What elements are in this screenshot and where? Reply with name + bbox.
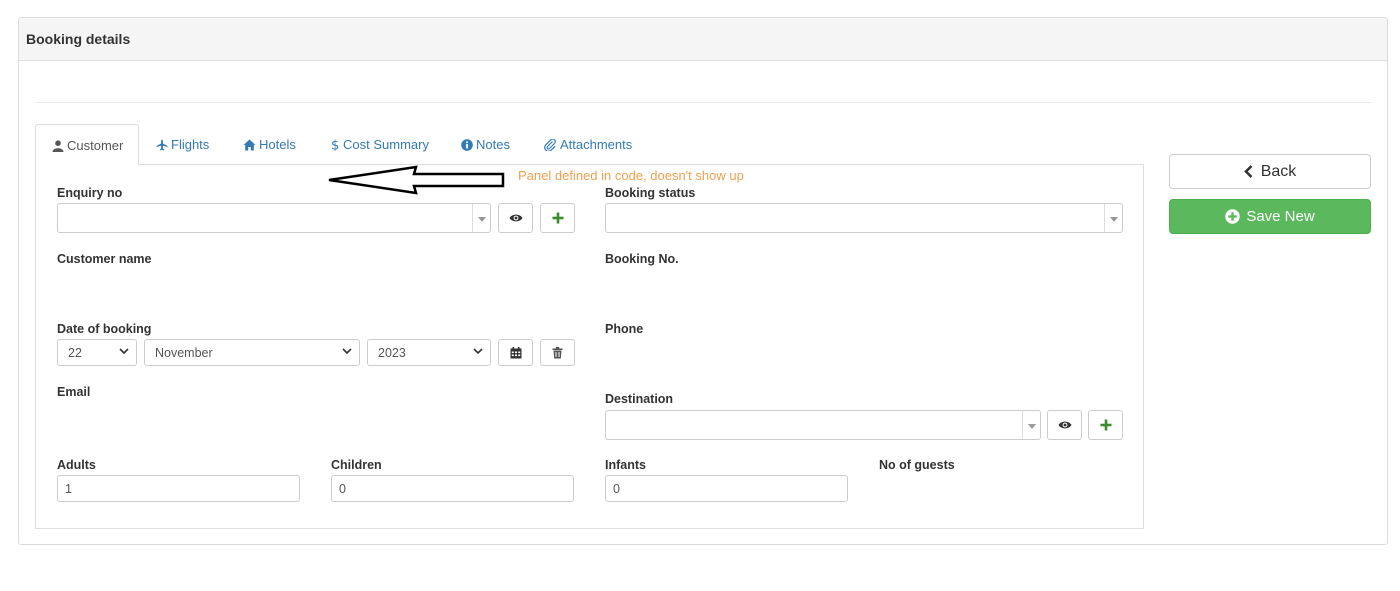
view-enquiry-button[interactable]: [498, 203, 533, 233]
annotation-arrow: [328, 165, 505, 195]
adults-input[interactable]: 1: [57, 475, 300, 502]
paperclip-icon: [544, 138, 556, 152]
infants-input[interactable]: 0: [605, 475, 848, 502]
user-icon: [52, 140, 64, 152]
booking-month-select[interactable]: November: [144, 339, 360, 366]
booking-status-select[interactable]: [605, 203, 1123, 233]
tab-hotels[interactable]: Hotels: [243, 124, 296, 165]
phone-label: Phone: [605, 322, 644, 336]
booking-day-value: 22: [68, 346, 82, 360]
chevron-left-icon: [1243, 165, 1253, 178]
booking-year-value: 2023: [378, 346, 406, 360]
panel-title: Booking details: [19, 18, 1387, 61]
customer-tab-panel: Enquiry no Booking status Customer name …: [35, 164, 1144, 529]
divider: [35, 102, 1371, 103]
plus-circle-icon: [1225, 209, 1241, 224]
save-new-label: Save New: [1246, 208, 1315, 225]
clear-date-button[interactable]: [540, 339, 575, 366]
annotation-text: Panel defined in code, doesn't show up: [518, 168, 744, 183]
adults-label: Adults: [57, 458, 96, 472]
chevron-down-icon: [342, 348, 352, 355]
calendar-icon: [510, 346, 521, 358]
info-icon: [461, 139, 473, 151]
children-input[interactable]: 0: [331, 475, 574, 502]
dollar-icon: $: [331, 139, 339, 154]
eye-icon: [1058, 421, 1071, 429]
tab-label: Cost Summary: [343, 137, 429, 152]
add-destination-button[interactable]: [1088, 410, 1123, 440]
infants-label: Infants: [605, 458, 646, 472]
enquiry-no-select[interactable]: [57, 203, 491, 233]
booking-details-panel: Booking details Customer Flights Hotels …: [18, 17, 1388, 545]
no-of-guests-label: No of guests: [879, 458, 955, 472]
booking-no-label: Booking No.: [605, 252, 679, 266]
chevron-down-icon: [1104, 204, 1122, 232]
tab-notes[interactable]: Notes: [461, 124, 510, 165]
calendar-button[interactable]: [498, 339, 533, 366]
destination-label: Destination: [605, 392, 674, 406]
svg-text:$: $: [331, 139, 339, 152]
booking-day-select[interactable]: 22: [57, 339, 137, 366]
chevron-down-icon: [472, 204, 490, 232]
email-label: Email: [57, 385, 91, 399]
plus-icon: [552, 212, 563, 224]
home-icon: [243, 139, 256, 151]
add-enquiry-button[interactable]: [540, 203, 575, 233]
enquiry-no-label: Enquiry no: [57, 186, 123, 200]
chevron-down-icon: [473, 348, 483, 355]
chevron-down-icon: [1022, 411, 1040, 439]
date-of-booking-label: Date of booking: [57, 322, 152, 336]
trash-icon: [552, 346, 563, 358]
tab-attachments[interactable]: Attachments: [544, 124, 632, 165]
plane-icon: [156, 139, 168, 151]
booking-year-select[interactable]: 2023: [367, 339, 491, 366]
tab-customer[interactable]: Customer: [35, 124, 139, 166]
view-destination-button[interactable]: [1047, 410, 1082, 440]
tab-flights[interactable]: Flights: [156, 124, 209, 165]
children-label: Children: [331, 458, 382, 472]
plus-icon: [1100, 419, 1111, 431]
chevron-down-icon: [119, 348, 129, 355]
booking-month-value: November: [155, 346, 213, 360]
save-new-button[interactable]: Save New: [1169, 199, 1371, 234]
tab-label: Notes: [476, 137, 510, 152]
tab-label: Customer: [67, 138, 124, 153]
destination-select[interactable]: [605, 410, 1041, 440]
tab-label: Flights: [171, 137, 210, 152]
back-label: Back: [1260, 162, 1297, 180]
back-button[interactable]: Back: [1169, 154, 1371, 189]
tab-cost-summary[interactable]: $ Cost Summary: [331, 124, 429, 165]
tab-label: Attachments: [560, 137, 633, 152]
tab-label: Hotels: [259, 137, 296, 152]
booking-status-label: Booking status: [605, 186, 696, 200]
eye-icon: [509, 214, 522, 222]
customer-name-label: Customer name: [57, 252, 152, 266]
